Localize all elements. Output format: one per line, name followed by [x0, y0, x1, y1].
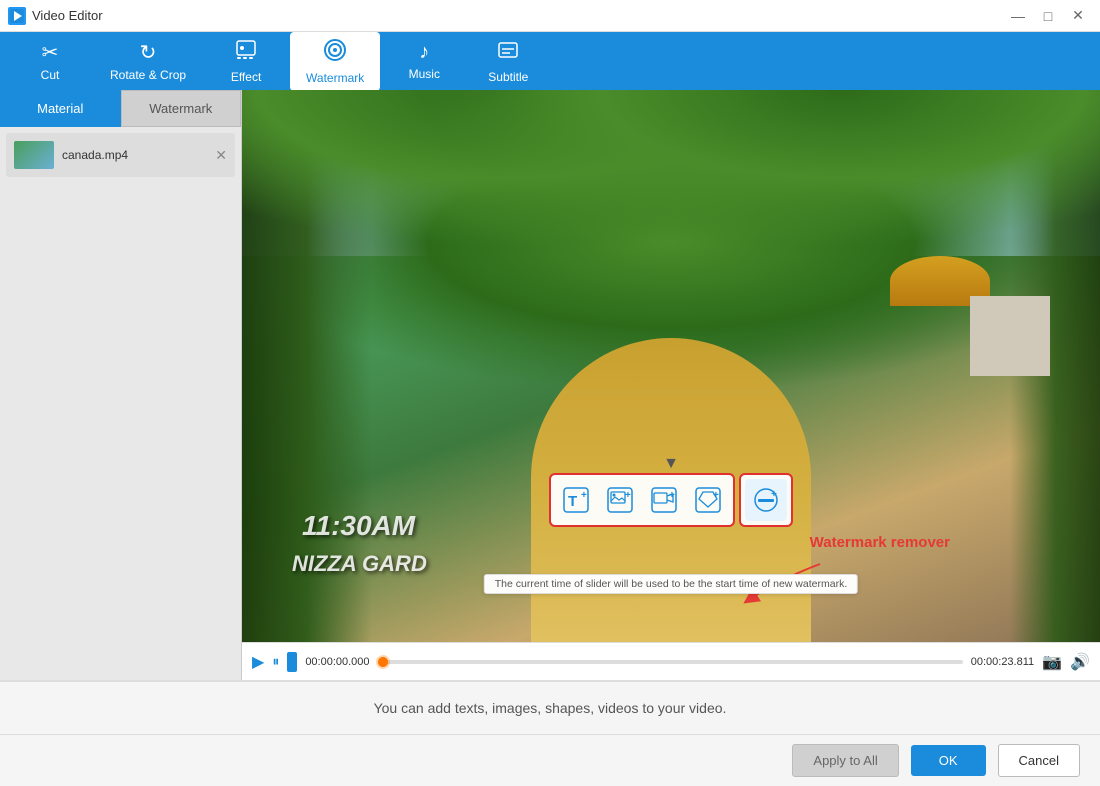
add-text-button[interactable]: T+	[555, 479, 597, 521]
maximize-button[interactable]: □	[1034, 5, 1062, 27]
sidebar-content: canada.mp4 ✕	[0, 127, 241, 680]
effect-icon	[235, 39, 257, 67]
sidebar: Material Watermark canada.mp4 ✕	[0, 90, 242, 680]
title-bar-left: Video Editor	[8, 7, 103, 25]
watermark-icon	[323, 38, 347, 68]
main-area: Material Watermark canada.mp4 ✕	[0, 90, 1100, 680]
sidebar-tab-bar: Material Watermark	[0, 90, 241, 127]
bottom-panel: You can add texts, images, shapes, video…	[0, 680, 1100, 786]
tab-effect[interactable]: Effect	[206, 33, 286, 90]
dropdown-arrow: ▼	[663, 455, 679, 473]
watermark-overlay-place: NIZZA GARD	[292, 551, 427, 577]
add-image-button[interactable]: +	[599, 479, 641, 521]
tab-subtitle[interactable]: Subtitle	[468, 33, 548, 90]
tab-rotate-label: Rotate & Crop	[110, 68, 186, 82]
svg-text:+: +	[581, 490, 587, 501]
tab-rotate[interactable]: ↻ Rotate & Crop	[94, 34, 202, 88]
file-name: canada.mp4	[62, 148, 128, 162]
svg-text:+: +	[625, 490, 631, 501]
time-start: 00:00:00.000	[305, 656, 369, 668]
svg-text:+: +	[669, 490, 675, 501]
playhead[interactable]	[378, 657, 388, 667]
video-controls: ▶ ⏸ 00:00:00.000 00:00:23.811 📷 🔊	[242, 642, 1100, 680]
video-content: 11:30AM NIZZA GARD ▼ T+ +	[242, 90, 1100, 642]
floating-toolbar: ▼ T+ + +	[549, 473, 793, 527]
right-scene	[870, 256, 1050, 376]
tab-effect-label: Effect	[231, 70, 261, 84]
time-end: 00:00:23.811	[971, 656, 1034, 668]
thumbnail	[14, 141, 54, 169]
tooltip-message: The current time of slider will be used …	[484, 574, 858, 594]
cut-icon: ✂	[42, 40, 59, 65]
rotate-icon: ↻	[140, 40, 157, 65]
apply-to-all-button[interactable]: Apply to All	[792, 744, 898, 777]
ok-button[interactable]: OK	[911, 745, 986, 776]
app-icon	[8, 7, 26, 25]
title-bar: Video Editor — □ ✕	[0, 0, 1100, 32]
sidebar-tab-watermark[interactable]: Watermark	[121, 90, 242, 127]
toolbar-group-main: T+ + + +	[549, 473, 735, 527]
close-button[interactable]: ✕	[1064, 5, 1092, 27]
tab-watermark[interactable]: Watermark	[290, 32, 380, 91]
footer: Apply to All OK Cancel	[0, 734, 1100, 786]
tab-subtitle-label: Subtitle	[488, 70, 528, 84]
tab-watermark-label: Watermark	[306, 71, 364, 85]
music-icon: ♪	[419, 41, 429, 64]
tab-cut[interactable]: ✂ Cut	[10, 34, 90, 88]
window-controls: — □ ✕	[1004, 5, 1092, 27]
video-frame: 11:30AM NIZZA GARD ▼ T+ +	[242, 90, 1100, 642]
add-shape-button[interactable]: +	[687, 479, 729, 521]
watermark-remover-annotation: Watermark remover	[810, 534, 950, 552]
toolbar-group-remover: +	[739, 473, 793, 527]
subtitle-icon	[497, 39, 519, 67]
snapshot-button[interactable]: 📷	[1042, 652, 1062, 672]
watermark-remover-label: Watermark remover	[810, 534, 950, 551]
bottom-info: You can add texts, images, shapes, video…	[0, 681, 1100, 734]
media-item[interactable]: canada.mp4 ✕	[6, 133, 235, 177]
volume-button[interactable]: 🔊	[1070, 652, 1090, 672]
building	[970, 296, 1050, 376]
watermark-remove-button[interactable]: +	[745, 479, 787, 521]
svg-text:+: +	[713, 490, 719, 501]
sidebar-tab-material[interactable]: Material	[0, 90, 121, 127]
add-video-button[interactable]: +	[643, 479, 685, 521]
helper-text: You can add texts, images, shapes, video…	[0, 700, 1100, 716]
remove-media-button[interactable]: ✕	[215, 147, 227, 164]
stop-button[interactable]	[287, 652, 297, 672]
cancel-button[interactable]: Cancel	[998, 744, 1080, 777]
svg-text:T: T	[568, 493, 577, 510]
svg-text:+: +	[771, 489, 777, 500]
tab-music-label: Music	[409, 67, 440, 81]
progress-bar[interactable]	[378, 660, 963, 664]
video-panel: 11:30AM NIZZA GARD ▼ T+ +	[242, 90, 1100, 680]
tab-music[interactable]: ♪ Music	[384, 35, 464, 87]
minimize-button[interactable]: —	[1004, 5, 1032, 27]
tab-bar: ✂ Cut ↻ Rotate & Crop Effect Watermark ♪…	[0, 32, 1100, 90]
app-title: Video Editor	[32, 8, 103, 23]
pause-button[interactable]: ⏸	[272, 653, 279, 670]
tab-cut-label: Cut	[41, 68, 60, 82]
play-button[interactable]: ▶	[252, 652, 264, 672]
watermark-overlay-time: 11:30AM	[302, 510, 415, 542]
